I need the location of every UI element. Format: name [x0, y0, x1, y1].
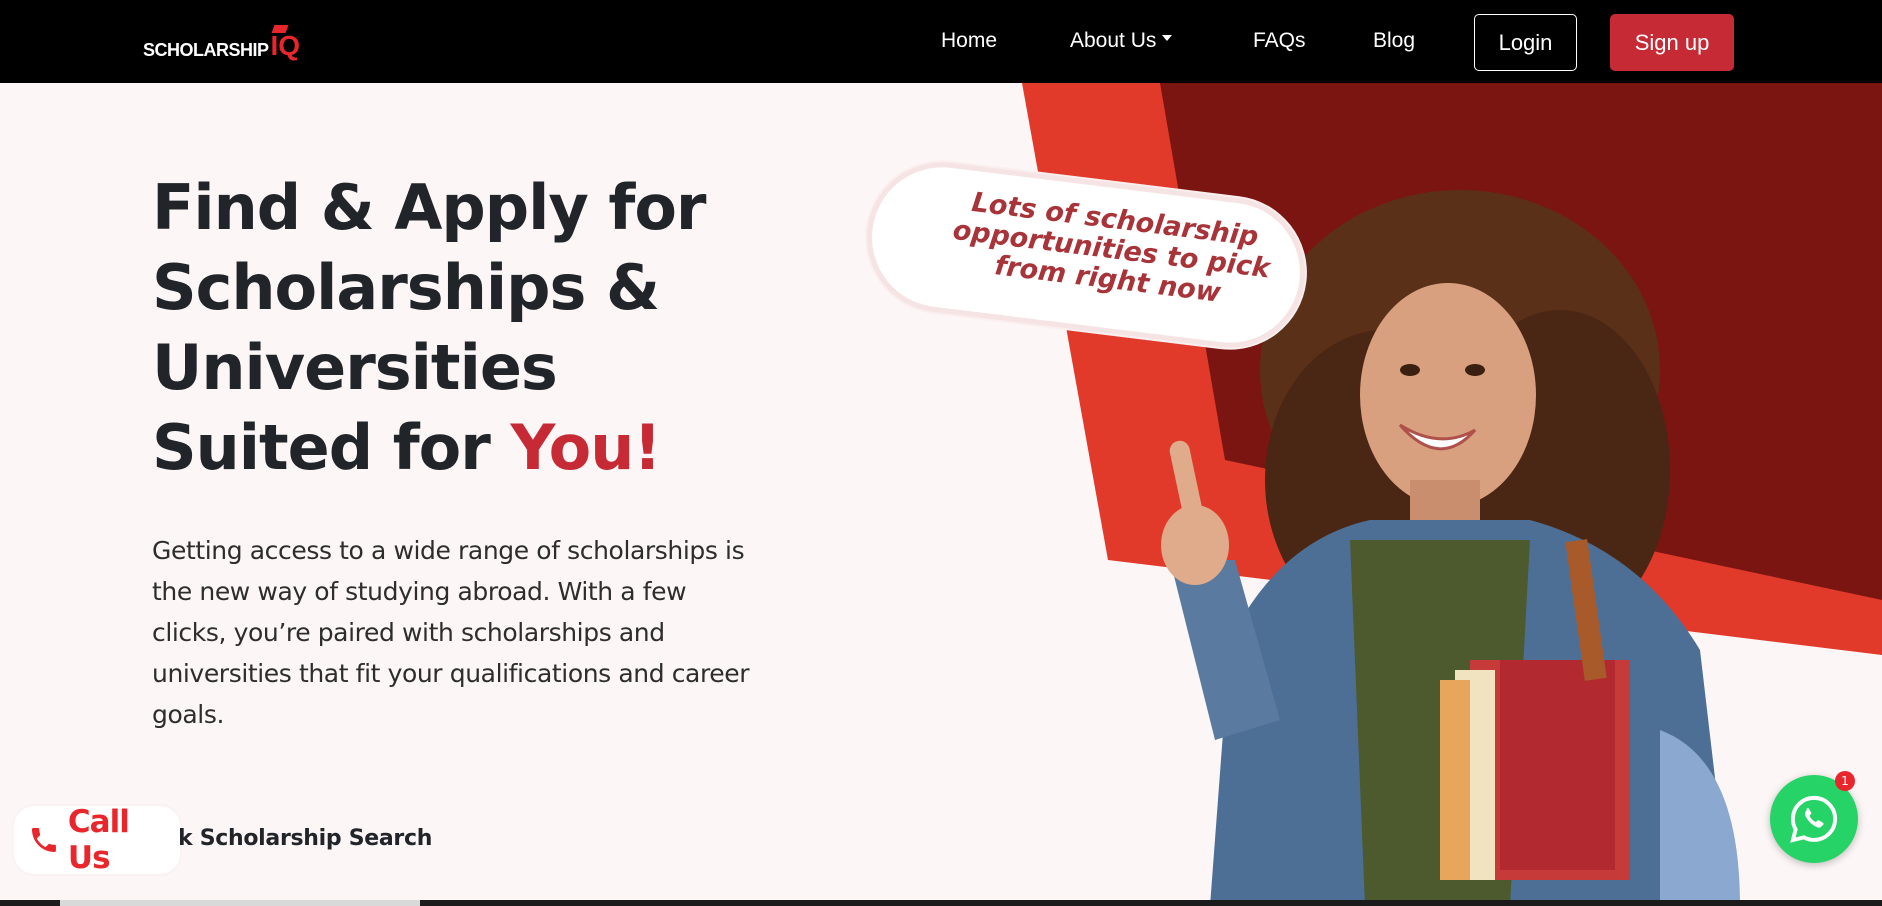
call-us-label: Call Us [67, 804, 130, 876]
brand-text: SCHOLARSHIP [143, 40, 269, 60]
notification-badge: 1 [1835, 771, 1855, 791]
red-shape-dark [1160, 83, 1882, 600]
login-button[interactable]: Login [1474, 14, 1577, 71]
top-navbar: SCHOLARSHIP IQ Home About Us FAQs Blog L… [0, 0, 1882, 83]
red-shape-bright [1022, 83, 1882, 655]
caret-down-icon [1162, 35, 1173, 42]
phone-icon [31, 828, 56, 852]
nav-blog[interactable]: Blog [1373, 28, 1415, 54]
hero-description: Getting access to a wide range of schola… [152, 536, 750, 729]
nav-home[interactable]: Home [941, 28, 997, 54]
whatsapp-icon [1790, 795, 1838, 843]
signup-button[interactable]: Sign up [1610, 14, 1734, 71]
nav-about-dropdown[interactable]: About Us [1070, 28, 1173, 54]
brand-suffix: IQ [270, 30, 301, 61]
nav-faqs[interactable]: FAQs [1253, 28, 1306, 54]
graduation-cap-icon [271, 25, 288, 33]
quick-scholarship-search-heading: k Scholarship Search [178, 826, 433, 851]
bottom-edge-segment [60, 900, 420, 906]
hero-heading-accent: You! [510, 411, 661, 484]
brand-iq-mark: IQ [270, 25, 301, 61]
brand-logo[interactable]: SCHOLARSHIP IQ [143, 24, 300, 60]
call-us-button[interactable]: Call Us [14, 804, 180, 876]
hero-heading: Find & Apply for Scholarships & Universi… [152, 168, 792, 488]
nav-about-label: About Us [1070, 29, 1157, 52]
